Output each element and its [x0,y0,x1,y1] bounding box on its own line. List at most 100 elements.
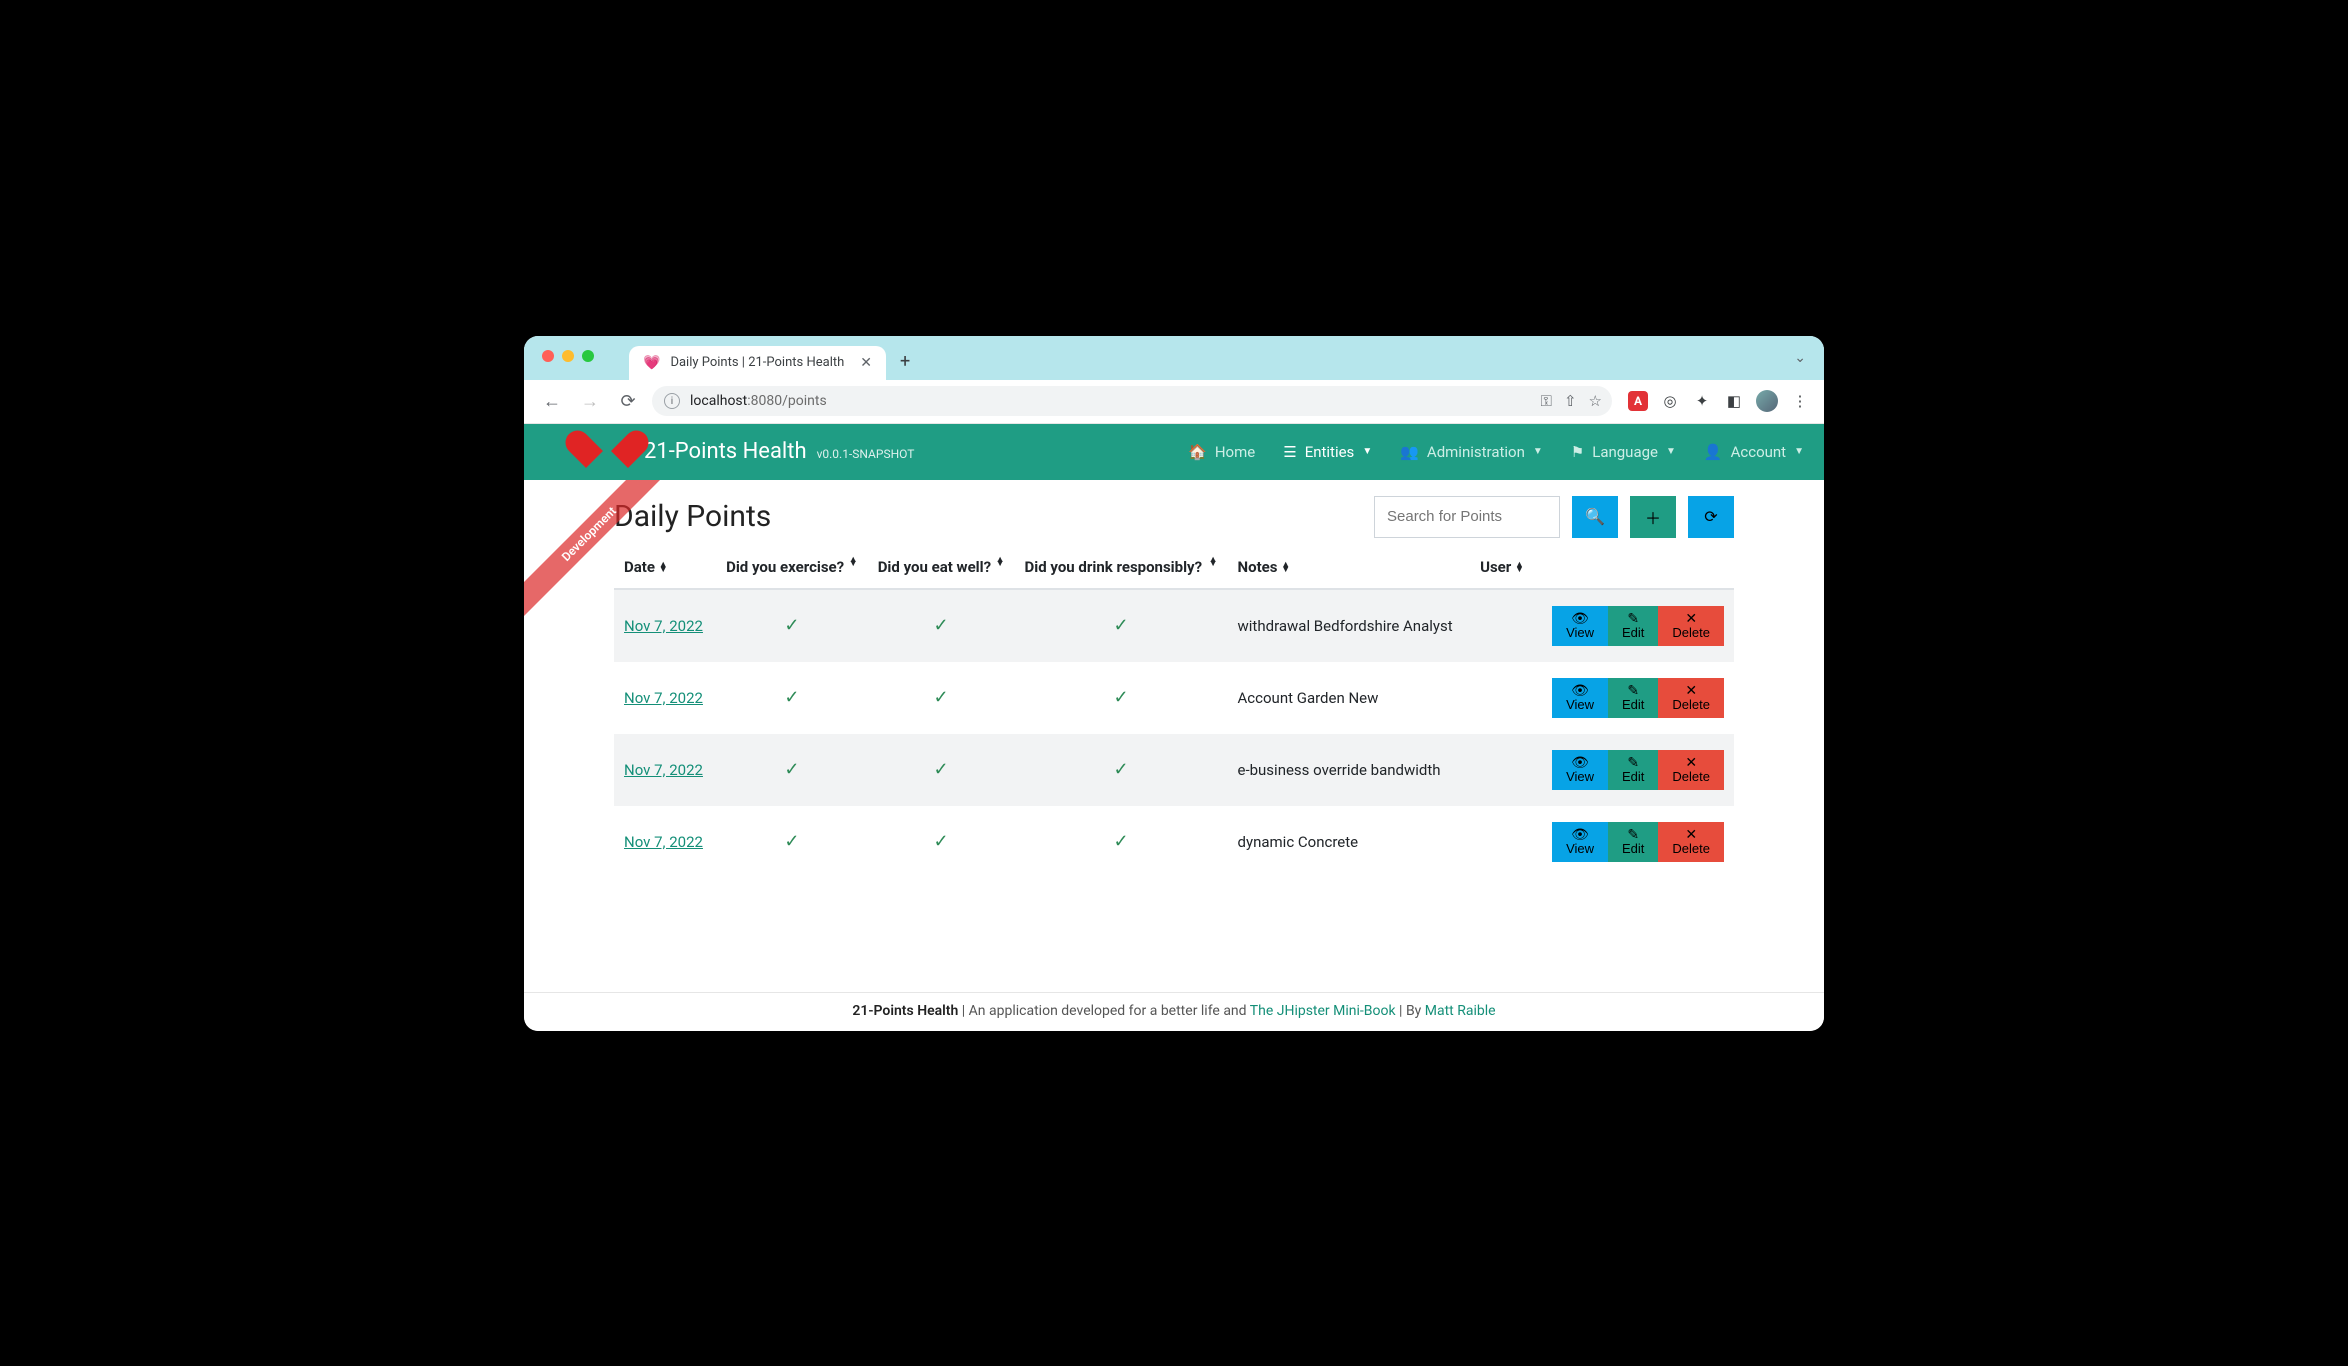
angular-extension-icon[interactable]: A [1628,391,1648,411]
edit-button[interactable]: ✎Edit [1608,822,1658,862]
eye-icon: 👁 [1571,827,1589,841]
list-icon: ☰ [1283,443,1296,461]
extensions-puzzle-icon[interactable]: ✦ [1692,391,1712,411]
caret-down-icon: ▼ [1533,446,1543,457]
profile-avatar[interactable] [1756,390,1778,412]
maximize-window-button[interactable] [582,350,594,362]
row-date-link[interactable]: Nov 7, 2022 [624,617,703,635]
refresh-button[interactable]: ⟳ [1688,496,1734,538]
check-icon: ✓ [1113,759,1128,780]
page-header-row: Daily Points 🔍 ＋ ⟳ [614,496,1734,538]
tabs-overflow-icon[interactable]: ⌄ [1794,350,1806,366]
col-exercise[interactable]: Did you exercise? ▲▼ [716,546,868,589]
caret-down-icon: ▼ [1666,446,1676,457]
browser-titlebar: 💗 Daily Points | 21-Points Health ✕ + ⌄ [524,336,1824,380]
x-icon: ✕ [1685,755,1697,769]
check-icon: ✓ [934,759,949,780]
check-icon: ✓ [1113,687,1128,708]
delete-button[interactable]: ✕Delete [1658,750,1724,790]
pencil-icon: ✎ [1627,683,1639,697]
col-actions [1536,546,1734,589]
delete-button[interactable]: ✕Delete [1658,606,1724,646]
check-icon: ✓ [934,831,949,852]
row-notes: e-business override bandwidth [1228,734,1471,806]
row-date-link[interactable]: Nov 7, 2022 [624,761,703,779]
create-button[interactable]: ＋ [1630,496,1676,538]
sort-icon: ▲▼ [996,558,1005,567]
browser-tab[interactable]: 💗 Daily Points | 21-Points Health ✕ [629,346,886,380]
search-input[interactable] [1374,496,1560,538]
plus-icon: ＋ [1645,505,1661,529]
view-button[interactable]: 👁View [1552,822,1608,862]
new-tab-button[interactable]: + [900,351,910,372]
delete-button[interactable]: ✕Delete [1658,822,1724,862]
caret-down-icon: ▼ [1794,446,1804,457]
row-date-link[interactable]: Nov 7, 2022 [624,689,703,707]
row-notes: withdrawal Bedfordshire Analyst [1228,589,1471,662]
row-date-link[interactable]: Nov 7, 2022 [624,833,703,851]
share-icon[interactable]: ⇧ [1564,392,1577,410]
redux-devtools-icon[interactable]: ◎ [1660,391,1680,411]
row-actions: 👁View✎Edit✕Delete [1546,606,1724,646]
footer-link-book[interactable]: The JHipster Mini-Book [1250,1003,1396,1019]
x-icon: ✕ [1685,827,1697,841]
check-icon: ✓ [1113,831,1128,852]
sort-icon: ▲▼ [1281,563,1290,572]
col-user[interactable]: User ▲▼ [1470,546,1536,589]
minimize-window-button[interactable] [562,350,574,362]
col-drink[interactable]: Did you drink responsibly? ▲▼ [1015,546,1228,589]
brand[interactable]: 21-Points Health v0.0.1-SNAPSHOT [584,432,914,472]
eye-icon: 👁 [1571,755,1589,769]
view-button[interactable]: 👁View [1552,678,1608,718]
col-eat[interactable]: Did you eat well? ▲▼ [868,546,1015,589]
sort-icon: ▲▼ [849,558,858,567]
search-button[interactable]: 🔍 [1572,496,1618,538]
table-row: Nov 7, 2022✓✓✓Account Garden New👁View✎Ed… [614,662,1734,734]
nav-account[interactable]: 👤 Account ▼ [1702,439,1806,465]
nav-administration[interactable]: 👥 Administration ▼ [1398,439,1545,465]
site-info-icon[interactable]: i [664,393,680,409]
x-icon: ✕ [1685,683,1697,697]
tab-title: Daily Points | 21-Points Health [670,355,844,370]
edit-button[interactable]: ✎Edit [1608,750,1658,790]
browser-menu-icon[interactable]: ⋮ [1790,391,1810,411]
view-button[interactable]: 👁View [1552,750,1608,790]
edit-button[interactable]: ✎Edit [1608,678,1658,718]
close-window-button[interactable] [542,350,554,362]
delete-button[interactable]: ✕Delete [1658,678,1724,718]
sort-icon: ▲▼ [1515,563,1524,572]
brand-version: v0.0.1-SNAPSHOT [817,447,915,461]
row-user [1470,806,1536,878]
nav-home[interactable]: 🏠 Home [1186,439,1257,465]
password-key-icon[interactable]: ⚿ [1541,392,1552,410]
check-icon: ✓ [784,831,799,852]
row-actions: 👁View✎Edit✕Delete [1546,678,1724,718]
tab-favicon-heart-icon: 💗 [643,355,660,371]
bookmark-star-icon[interactable]: ☆ [1589,392,1602,410]
refresh-icon: ⟳ [1704,507,1717,527]
back-button[interactable]: ← [538,391,566,412]
col-notes[interactable]: Notes ▲▼ [1228,546,1471,589]
points-table: Date ▲▼ Did you exercise? ▲▼ Did you eat… [614,546,1734,878]
x-icon: ✕ [1685,611,1697,625]
nav-entities[interactable]: ☰ Entities ▼ [1281,439,1374,465]
footer-tagline: | An application developed for a better … [958,1003,1249,1019]
nav-language[interactable]: ⚑ Language ▼ [1569,439,1678,465]
address-bar[interactable]: i localhost:8080/points ⚿ ⇧ ☆ [652,386,1612,416]
pencil-icon: ✎ [1627,611,1639,625]
row-notes: dynamic Concrete [1228,806,1471,878]
col-date[interactable]: Date ▲▼ [614,546,716,589]
row-user [1470,662,1536,734]
reload-button[interactable]: ⟳ [614,391,642,412]
page-title: Daily Points [614,499,1362,534]
window-controls [542,350,594,362]
view-button[interactable]: 👁View [1552,606,1608,646]
tab-close-icon[interactable]: ✕ [860,355,872,371]
footer-app: 21-Points Health [852,1003,958,1019]
side-panel-icon[interactable]: ◧ [1724,391,1744,411]
edit-button[interactable]: ✎Edit [1608,606,1658,646]
caret-down-icon: ▼ [1362,446,1372,457]
forward-button[interactable]: → [576,391,604,412]
footer-link-author[interactable]: Matt Raible [1425,1003,1496,1019]
brand-heart-icon [584,432,630,472]
